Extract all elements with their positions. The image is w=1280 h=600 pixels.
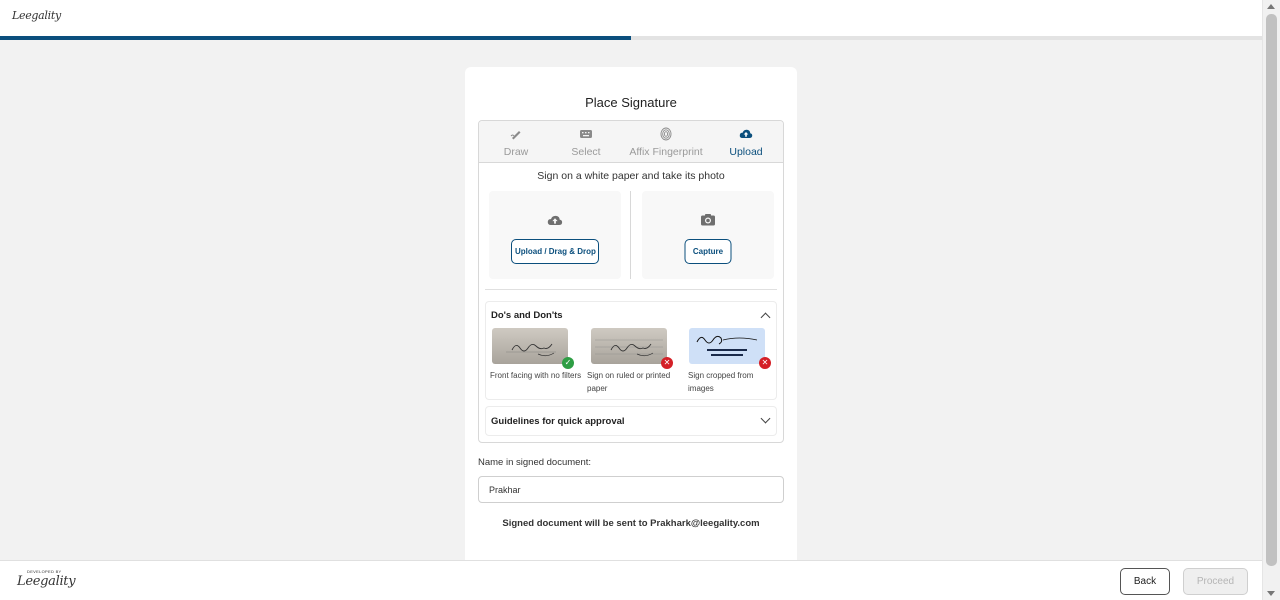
upload-drag-drop-button[interactable]: Upload / Drag & Drop [511, 239, 599, 264]
cloud-upload-icon [739, 129, 753, 138]
proceed-button[interactable]: Proceed [1183, 568, 1248, 595]
upload-instruction: Sign on a white paper and take its photo [537, 170, 725, 182]
top-bar: Leegality [0, 0, 1262, 36]
leegality-footer-logo: Leegality [17, 574, 76, 589]
sample-caption: Sign on ruled or printed paper [587, 371, 671, 393]
progress-bar [0, 36, 1262, 40]
card-signature-sample-icon [696, 335, 758, 356]
name-field-label: Name in signed document: [478, 457, 592, 468]
sample-caption: Front facing with no filters [490, 371, 582, 380]
close-icon: ✕ [661, 357, 673, 369]
tab-select[interactable]: Select [565, 121, 607, 163]
horizontal-divider [485, 289, 777, 290]
keyboard-icon [580, 130, 592, 138]
tab-upload[interactable]: Upload [723, 121, 769, 163]
signature-panel: Draw Select Affix Fingerprint Upload Sig… [478, 120, 784, 443]
camera-icon [701, 214, 715, 226]
chevron-up-icon[interactable] [760, 312, 771, 323]
tab-draw[interactable]: Draw [495, 121, 537, 163]
capture-area[interactable]: Capture [642, 191, 774, 279]
sample-image-ruled-paper: ✕ [591, 328, 673, 369]
cloud-upload-icon [547, 215, 563, 225]
tab-select-label: Select [571, 146, 601, 158]
tab-affix-fingerprint-label: Affix Fingerprint [629, 146, 703, 158]
close-icon: ✕ [759, 357, 771, 369]
vertical-divider [630, 191, 631, 279]
scroll-up-icon[interactable] [1267, 4, 1275, 9]
capture-button[interactable]: Capture [684, 239, 732, 264]
fingerprint-icon [660, 127, 672, 141]
upload-dropzone[interactable]: Upload / Drag & Drop [489, 191, 621, 279]
back-button[interactable]: Back [1120, 568, 1170, 595]
scroll-down-icon[interactable] [1267, 591, 1275, 596]
guidelines-title: Guidelines for quick approval [491, 416, 625, 427]
sample-image-front-facing: ✓ [492, 328, 574, 369]
sample-caption: Sign cropped from images [688, 371, 754, 393]
pen-icon [510, 131, 521, 140]
signature-sample-icon [506, 343, 556, 357]
page-title: Place Signature [585, 95, 677, 110]
signature-sample-icon [595, 339, 663, 357]
tab-draw-label: Draw [503, 146, 529, 158]
check-icon: ✓ [562, 357, 574, 369]
scrollbar-thumb[interactable] [1266, 14, 1277, 566]
dos-and-donts-section: Do's and Don'ts ✓ ✕ ✕ Front facing with … [485, 301, 777, 400]
signature-tabs: Draw Select Affix Fingerprint Upload [479, 121, 783, 163]
dos-and-donts-title: Do's and Don'ts [491, 310, 563, 321]
guidelines-accordion[interactable]: Guidelines for quick approval [485, 406, 777, 436]
tab-upload-label: Upload [729, 146, 763, 158]
footer-bar: DEVELOPED BY Leegality Back Proceed [0, 560, 1262, 600]
leegality-logo: Leegality [12, 9, 61, 22]
chevron-down-icon[interactable] [760, 413, 771, 424]
email-notice: Signed document will be sent to Prakhark… [502, 518, 760, 529]
signature-card: Place Signature Draw Select Affix Finger… [465, 67, 797, 567]
sample-image-cropped: ✕ [689, 328, 771, 369]
tab-affix-fingerprint[interactable]: Affix Fingerprint [621, 121, 711, 163]
vertical-scrollbar[interactable] [1262, 0, 1280, 600]
name-input[interactable] [478, 476, 784, 503]
progress-bar-fill [0, 36, 631, 40]
